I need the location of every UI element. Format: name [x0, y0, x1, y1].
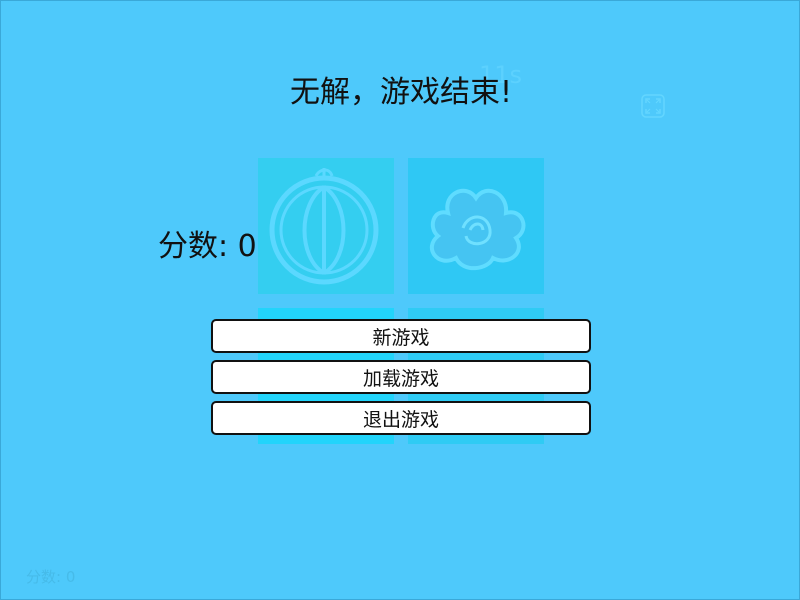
board-tile[interactable]: [258, 158, 394, 294]
watermelon-icon: [269, 168, 379, 285]
quit-game-button[interactable]: 退出游戏: [211, 401, 591, 435]
score-label: 分数: 0: [26, 568, 76, 586]
game-screen: 11s 分数: 0 无解，游戏结束! 分数: 0 新游戏 加载游戏 退出游戏: [0, 0, 800, 600]
load-game-button[interactable]: 加载游戏: [211, 360, 591, 394]
board-tile[interactable]: [408, 158, 544, 294]
new-game-button[interactable]: 新游戏: [211, 319, 591, 353]
final-score: 分数: 0: [158, 229, 257, 264]
game-over-title: 无解，游戏结束!: [289, 75, 513, 110]
rose-icon: [430, 188, 526, 271]
